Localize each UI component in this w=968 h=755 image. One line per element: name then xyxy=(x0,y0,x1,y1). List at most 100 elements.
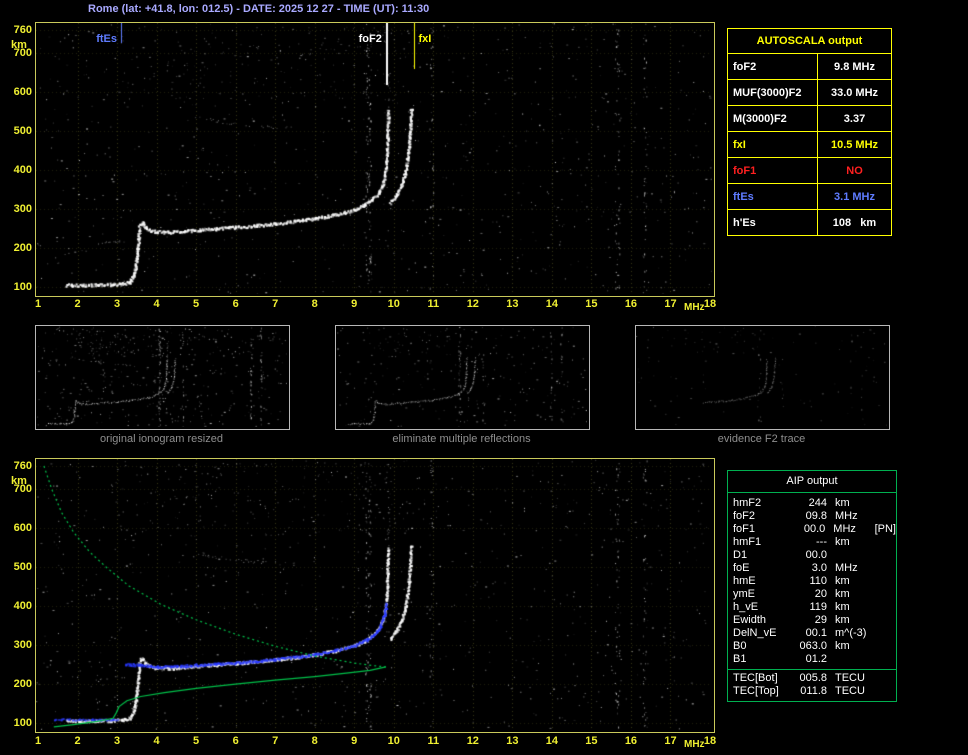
aip-param-note xyxy=(873,536,896,549)
x-tick-label-bottom: 7 xyxy=(272,735,279,747)
autoscala-row-foF2: foF2 9.8 MHz xyxy=(728,54,891,80)
x-tick-label-bottom: 16 xyxy=(624,735,638,747)
autoscala-param-value: 10.5 MHz xyxy=(830,138,879,151)
x-tick-label-bottom: 4 xyxy=(153,735,160,747)
thumbnail-caption-original: original ionogram resized xyxy=(100,433,223,445)
autoscala-param-label: foF2 xyxy=(728,54,818,79)
thumbnail-canvas-f2-trace xyxy=(636,326,887,427)
ionogram-canvas-bottom xyxy=(36,459,712,730)
aip-param-value: --- xyxy=(816,536,827,548)
aip-param-label: ymE xyxy=(733,588,755,600)
autoscala-row-h'Es: h'Es 108 km xyxy=(728,210,891,235)
aip-main-rows: hmF2 244 km foF2 09.8 MHz foF1 00.0 MHz [PN] hmF1 -… xyxy=(728,497,896,666)
aip-param-note xyxy=(873,614,896,627)
aip-row-foF1: foF1 00.0 MHz [PN] xyxy=(728,523,896,536)
aip-param-value: 29 xyxy=(814,614,827,626)
ionogram-plot-top xyxy=(35,22,715,297)
aip-param-note xyxy=(873,497,896,510)
autoscala-param-label: foF1 xyxy=(728,158,818,183)
y-axis-unit-bottom: km xyxy=(11,475,27,487)
x-tick-label-top: 3 xyxy=(113,298,121,310)
aip-param-unit: TECU xyxy=(835,685,865,697)
autoscala-table-header: AUTOSCALA output xyxy=(728,29,891,54)
aip-output-table: AIP output hmF2 244 km foF2 09.8 MHz foF1 00.0 M… xyxy=(727,470,897,702)
aip-param-label: TEC[Bot] xyxy=(733,672,778,684)
aip-param-label: foF1 xyxy=(733,523,756,535)
x-tick-label-bottom: 6 xyxy=(232,735,239,747)
aip-row-hmF2: hmF2 244 km xyxy=(728,497,896,510)
autoscala-param-value: 108 km xyxy=(832,216,877,229)
y-tick-label-bottom: 100 xyxy=(13,716,32,729)
thumbnail-f2-trace xyxy=(635,325,890,430)
aip-row-foE: foE 3.0 MHz xyxy=(728,562,896,575)
aip-param-note xyxy=(873,562,896,575)
aip-tec-rows: TEC[Bot] 005.8 TECU TEC[Top] 011.8 TECU xyxy=(728,672,896,698)
aip-param-value: 3.0 xyxy=(811,562,827,574)
thumbnail-original-ionogram xyxy=(35,325,290,430)
aip-param-label: hmF1 xyxy=(733,536,762,548)
aip-param-note xyxy=(873,588,896,601)
x-tick-label-bottom: 5 xyxy=(193,735,200,747)
thumbnail-no-multiples xyxy=(335,325,590,430)
aip-row-TEC[Bot]: TEC[Bot] 005.8 TECU xyxy=(728,672,896,685)
aip-param-unit: km xyxy=(835,497,850,509)
thumbnail-caption-no-multiples: eliminate multiple reflections xyxy=(392,433,531,445)
aip-param-label: foF2 xyxy=(733,510,756,522)
thumbnail-canvas-no-multiples xyxy=(336,326,587,427)
aip-row-DelN_vE: DelN_vE 00.1 m^(-3) xyxy=(728,627,896,640)
aip-param-note xyxy=(873,549,896,562)
y-axis-unit-top: km xyxy=(11,39,27,51)
aip-separator-line xyxy=(728,669,896,670)
x-tick-label-bottom: 14 xyxy=(545,735,558,747)
aip-param-note xyxy=(873,510,896,523)
x-tick-label-top: 10 xyxy=(387,298,400,310)
aip-param-value: 244 xyxy=(808,497,827,509)
aip-row-Ewidth: Ewidth 29 km xyxy=(728,614,896,627)
x-tick-label-bottom: 2 xyxy=(74,735,81,747)
aip-param-note xyxy=(873,575,896,588)
aip-param-unit xyxy=(827,653,873,666)
x-tick-label-top: 17 xyxy=(664,298,677,310)
autoscala-param-value: 3.37 xyxy=(843,112,866,125)
aip-row-hmF1: hmF1 --- km xyxy=(728,536,896,549)
aip-param-note xyxy=(873,653,896,666)
aip-row-TEC[Top]: TEC[Top] 011.8 TECU xyxy=(728,685,896,698)
aip-param-unit: km xyxy=(835,614,850,626)
aip-param-value: 09.8 xyxy=(805,510,827,522)
x-tick-label-top: 1 xyxy=(34,298,42,310)
y-tick-label-top: 200 xyxy=(13,242,32,255)
aip-param-unit: MHz xyxy=(835,562,858,574)
autoscala-param-value: NO xyxy=(846,164,863,177)
x-tick-label-bottom: 3 xyxy=(113,735,121,747)
x-axis-unit-top: MHz xyxy=(684,302,705,313)
y-tick-label-top: 300 xyxy=(13,203,32,216)
x-tick-label-bottom: 9 xyxy=(351,735,358,747)
y-tick-label-bottom: 400 xyxy=(13,600,32,613)
aip-param-unit: km xyxy=(835,640,850,652)
thumbnail-canvas-original xyxy=(36,326,287,427)
aip-param-value: 20 xyxy=(814,588,827,600)
x-tick-label-top: 14 xyxy=(545,298,558,310)
autoscala-row-foF1: foF1 NO xyxy=(728,158,891,184)
aip-param-value: 00.0 xyxy=(803,523,826,535)
autoscala-app-window: { "window": { "title": "Rome (lat: +41.8… xyxy=(0,0,968,755)
aip-table-body: hmF2 244 km foF2 09.8 MHz foF1 00.0 MHz [PN] hmF1 -… xyxy=(728,493,896,701)
autoscala-row-ftEs: ftEs 3.1 MHz xyxy=(728,184,891,210)
aip-row-D1: D1 00.0 xyxy=(728,549,896,562)
y-tick-label-bottom: 200 xyxy=(13,678,32,691)
x-tick-label-top: 13 xyxy=(506,298,519,310)
x-tick-label-top: 7 xyxy=(272,298,279,310)
x-tick-label-top: 8 xyxy=(311,298,318,310)
aip-param-label: B0 xyxy=(733,640,747,652)
x-tick-label-bottom: 15 xyxy=(585,735,598,747)
x-tick-label-top: 4 xyxy=(153,298,160,310)
aip-param-label: D1 xyxy=(733,549,748,561)
x-tick-label-top: 11 xyxy=(427,298,440,310)
autoscala-row-MUF(3000)F2: MUF(3000)F2 33.0 MHz xyxy=(728,80,891,106)
aip-param-unit: km xyxy=(835,575,850,587)
aip-param-value: 00.1 xyxy=(805,627,827,639)
aip-param-value: 00.0 xyxy=(805,549,827,561)
aip-param-unit: MHz xyxy=(835,510,858,522)
y-tick-label-bottom: 760 xyxy=(13,460,32,472)
aip-param-note xyxy=(873,672,896,685)
